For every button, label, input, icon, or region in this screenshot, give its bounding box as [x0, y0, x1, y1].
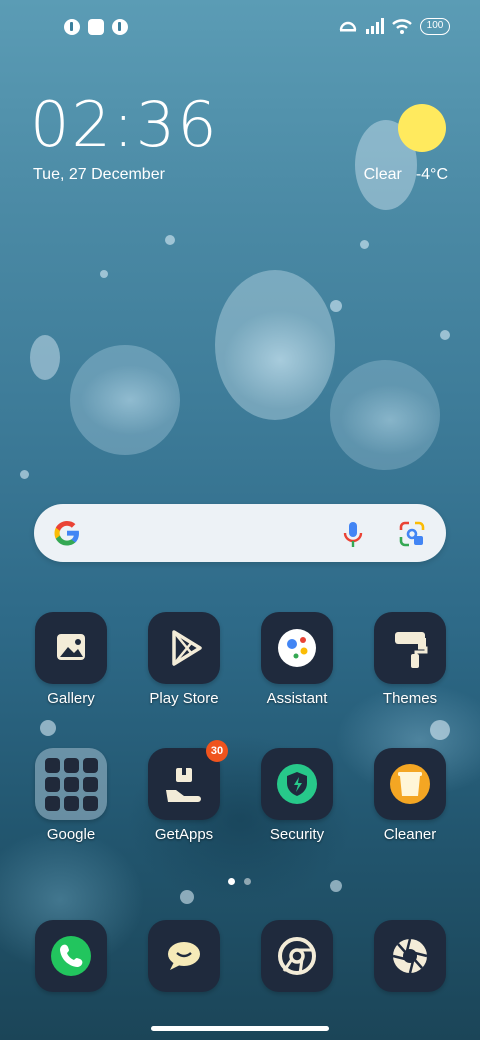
notification-icons	[64, 19, 128, 35]
security-icon	[261, 748, 333, 820]
app-label: Gallery	[47, 690, 95, 707]
page-indicator	[228, 878, 251, 885]
weather-widget[interactable]: Clear -4°C	[364, 166, 448, 184]
gallery-icon	[35, 612, 107, 684]
chrome-icon	[261, 920, 333, 992]
app-label: Google	[46, 826, 96, 843]
alarm-icon	[339, 21, 357, 32]
app-security[interactable]: Security	[242, 748, 352, 843]
app-label: Cleaner	[383, 826, 437, 843]
microphone-icon[interactable]	[340, 520, 366, 548]
notification-icon-1	[64, 19, 80, 35]
weather-condition: Clear	[363, 166, 402, 183]
app-label: Themes	[382, 690, 438, 707]
app-getapps[interactable]: 30 GetApps	[129, 740, 239, 843]
battery-indicator: 100	[420, 17, 450, 35]
getapps-icon: 30	[148, 740, 228, 820]
play-store-icon	[148, 612, 220, 684]
clock-date[interactable]: Tue, 27 December	[33, 166, 165, 184]
dock-phone[interactable]	[16, 920, 126, 992]
dock-messages[interactable]	[129, 920, 239, 992]
dock-camera[interactable]	[355, 920, 465, 992]
app-label: Security	[269, 826, 325, 843]
page-dot-active	[228, 878, 235, 885]
page-dot	[244, 878, 251, 885]
app-label: GetApps	[154, 826, 214, 843]
clock-time[interactable]: 02:36	[30, 92, 219, 158]
signal-icon	[366, 18, 384, 34]
app-gallery[interactable]: Gallery	[16, 612, 126, 707]
google-logo-icon	[54, 521, 79, 546]
gesture-navigation-bar[interactable]	[151, 1026, 329, 1031]
google-lens-icon[interactable]	[398, 520, 426, 548]
notification-badge: 30	[206, 740, 228, 762]
dock-chrome[interactable]	[242, 920, 352, 992]
folder-icon	[35, 748, 107, 820]
wifi-icon	[392, 19, 412, 34]
folder-app-grid	[45, 758, 98, 811]
assistant-icon	[261, 612, 333, 684]
themes-icon	[374, 612, 446, 684]
notification-icon-2	[88, 19, 104, 35]
app-play-store[interactable]: Play Store	[129, 612, 239, 707]
cleaner-icon	[374, 748, 446, 820]
weather-temperature: -4°C	[415, 166, 448, 183]
app-label: Play Store	[149, 690, 219, 707]
google-search-bar[interactable]	[34, 504, 446, 562]
sun-icon[interactable]	[398, 104, 446, 152]
messages-icon	[148, 920, 220, 992]
app-themes[interactable]: Themes	[355, 612, 465, 707]
status-icons: 100	[338, 17, 450, 35]
status-bar: 100	[0, 0, 480, 56]
app-google-folder[interactable]: Google	[16, 748, 126, 843]
camera-icon	[374, 920, 446, 992]
app-label: Assistant	[266, 690, 328, 707]
app-assistant[interactable]: Assistant	[242, 612, 352, 707]
notification-icon-3	[112, 19, 128, 35]
phone-icon	[35, 920, 107, 992]
app-cleaner[interactable]: Cleaner	[355, 748, 465, 843]
